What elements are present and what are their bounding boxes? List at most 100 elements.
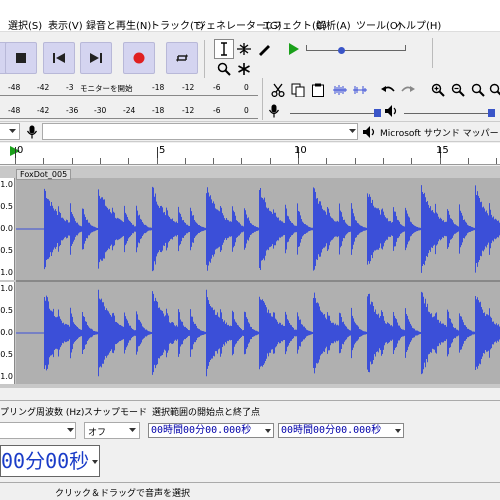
waveform-channel-right[interactable] (16, 282, 500, 384)
menu-tools[interactable]: ツール(O) (356, 22, 402, 32)
waveform-channel-left[interactable] (16, 178, 500, 280)
menu-bar: 選択(S) 表示(V) 録音と再生(N) トラック(T) ジェネレーター(G) … (0, 0, 500, 32)
pencil-icon (259, 45, 270, 56)
meter-tick: -12 (182, 83, 195, 92)
draw-tool-button[interactable] (254, 39, 274, 59)
selection-toolbar: プリング周波数 (Hz) スナップモード 選択範囲の開始点と終了点 オフ 00時… (0, 400, 500, 442)
slider-thumb[interactable] (488, 109, 495, 117)
cut-button[interactable] (268, 80, 288, 100)
chevron-down-icon (265, 429, 271, 433)
record-button[interactable] (123, 42, 155, 74)
redo-icon (401, 86, 415, 92)
vertical-ruler-top: 1.0 0.5 0.0 -0.5 -1.0 (0, 178, 15, 280)
timeline-ruler[interactable]: 0 5 10 15 (0, 143, 500, 165)
envelope-tool-button[interactable] (234, 39, 254, 59)
asterisk-icon (238, 63, 250, 75)
speaker-icon (363, 126, 375, 138)
toolbar-separator (262, 78, 263, 120)
record-icon (133, 52, 145, 64)
magnifier-icon (217, 62, 231, 76)
zoom-tool-button[interactable] (214, 59, 234, 79)
meter-tick: 0 (244, 106, 249, 115)
i-beam-icon (221, 42, 227, 56)
loop-icon (176, 54, 188, 62)
zoom-out-button[interactable] (448, 80, 468, 100)
selection-range-label: 選択範囲の開始点と終了点 (152, 408, 261, 418)
menu-help[interactable]: ヘルプ(H) (396, 22, 441, 32)
record-volume-slider[interactable] (290, 107, 381, 119)
recording-device-select[interactable] (42, 123, 358, 140)
zoom-fit-project-icon (489, 83, 500, 96)
project-rate-select[interactable] (0, 422, 76, 439)
play-at-speed-button[interactable] (284, 39, 304, 59)
copy-button[interactable] (288, 80, 308, 100)
project-rate-label: プリング周波数 (Hz) (0, 408, 85, 418)
speaker-icon (385, 105, 397, 117)
playback-device-select[interactable]: Microsoft サウンド マッパー - Out (380, 126, 500, 139)
microphone-icon (26, 125, 38, 139)
menu-view[interactable]: 表示(V) (48, 22, 83, 32)
waveform-right (16, 289, 500, 377)
record-meter[interactable]: -48 -42 -3 モニターを開始 -18 -12 -6 0 (0, 80, 262, 98)
audio-position-display[interactable]: 00分00秒 (0, 445, 100, 477)
meter-tick: -24 (123, 106, 136, 115)
trim-audio-icon (333, 85, 347, 95)
paste-button[interactable] (308, 80, 328, 100)
zoom-fit-selection-icon (471, 83, 485, 97)
copy-icon (291, 83, 305, 97)
snap-mode-select[interactable]: オフ (84, 422, 140, 439)
device-toolbar: Microsoft サウンド マッパー - Out (0, 121, 500, 142)
meter-tick: -18 (152, 83, 165, 92)
trim-button[interactable] (330, 80, 350, 100)
vertical-ruler-bottom: 1.0 0.5 0.0 -0.5 -1.0 (0, 282, 15, 384)
playback-meter[interactable]: -48 -42 -36 -30 -24 -18 -12 -6 0 (0, 103, 262, 121)
playback-volume-slider[interactable] (404, 107, 495, 119)
timeline-label: 5 (159, 145, 166, 156)
clipboard-icon (312, 83, 324, 97)
silence-audio-icon (353, 86, 367, 94)
fit-selection-button[interactable] (468, 80, 488, 100)
menu-select[interactable]: 選択(S) (8, 22, 42, 32)
monitor-start-label[interactable]: モニターを開始 (80, 83, 133, 94)
meter-tick: -6 (213, 106, 221, 115)
fit-project-button[interactable] (486, 80, 500, 100)
chevron-down-icon (395, 429, 401, 433)
meter-scale (0, 95, 258, 96)
meter-tick: -36 (66, 106, 79, 115)
meter-tick: -48 (8, 83, 21, 92)
undo-button[interactable] (378, 80, 398, 100)
slider-thumb[interactable] (374, 109, 381, 117)
meter-tick: -3 (66, 83, 74, 92)
selection-end-field[interactable]: 00時間00分00.000秒 (278, 423, 404, 438)
skip-to-start-button[interactable] (43, 42, 75, 74)
skip-to-end-button[interactable] (80, 42, 112, 74)
selection-start-field[interactable]: 00時間00分00.000秒 (148, 423, 274, 438)
play-speed-slider[interactable] (306, 45, 406, 57)
timeline-label: 10 (294, 145, 307, 156)
meter-tick: -48 (8, 106, 21, 115)
multi-tool-button[interactable] (234, 59, 254, 79)
stop-button[interactable] (5, 42, 37, 74)
loop-button[interactable] (166, 42, 198, 74)
selection-tool-button[interactable] (214, 39, 234, 59)
timeline-label: 0 (17, 145, 24, 156)
waveform-left (16, 185, 500, 273)
audio-host-select[interactable] (0, 123, 20, 140)
silence-button[interactable] (350, 80, 370, 100)
snap-mode-label: スナップモード (84, 408, 148, 418)
menu-transport[interactable]: 録音と再生(N) (86, 22, 151, 32)
meter-tick: -12 (182, 106, 195, 115)
skip-start-icon (53, 53, 65, 63)
zoom-in-icon (431, 83, 445, 97)
status-text: クリック＆ドラッグで音声を選択 (55, 489, 191, 499)
scissors-icon (271, 83, 285, 97)
clip-name[interactable]: FoxDot_005 (16, 169, 72, 180)
meter-tick: -42 (37, 83, 50, 92)
redo-button[interactable] (398, 80, 418, 100)
microphone-icon (268, 104, 280, 118)
zoom-in-button[interactable] (428, 80, 448, 100)
menu-analyze[interactable]: 解析(A) (316, 22, 351, 32)
slider-thumb[interactable] (338, 47, 345, 54)
meter-scale (0, 118, 258, 119)
track-panel[interactable]: 1.0 0.5 0.0 -0.5 -1.0 1.0 0.5 0.0 -0.5 -… (0, 166, 500, 388)
